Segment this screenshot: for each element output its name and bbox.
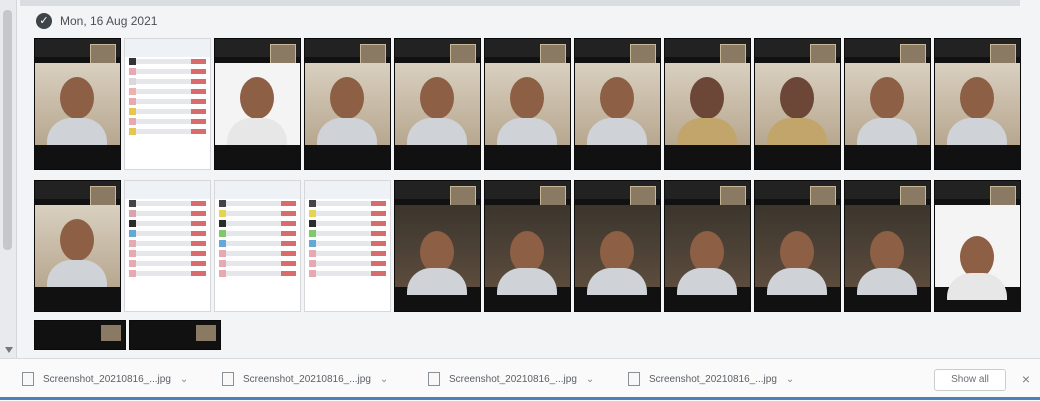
photo-thumbnail[interactable] <box>844 38 931 170</box>
photo-thumbnail[interactable] <box>394 38 481 170</box>
download-bar: Screenshot_20210816_...jpg ⌄ Screenshot_… <box>0 358 1040 401</box>
photo-thumbnail[interactable] <box>754 38 841 170</box>
photo-thumbnail-small[interactable] <box>34 320 126 350</box>
photo-thumbnail[interactable] <box>574 180 661 312</box>
photo-thumbnail[interactable] <box>394 180 481 312</box>
check-circle-icon[interactable]: ✓ <box>36 13 52 29</box>
download-filename: Screenshot_20210816_...jpg <box>43 373 171 385</box>
image-file-icon <box>22 372 34 386</box>
photo-thumbnail[interactable] <box>934 38 1021 170</box>
download-item[interactable]: Screenshot_20210816_...jpg ⌄ <box>628 369 794 389</box>
photo-thumbnail[interactable] <box>664 38 751 170</box>
image-file-icon <box>628 372 640 386</box>
download-item[interactable]: Screenshot_20210816_...jpg ⌄ <box>428 369 594 389</box>
photo-thumbnail[interactable] <box>574 38 661 170</box>
chevron-down-icon[interactable]: ⌄ <box>380 374 388 385</box>
photo-thumbnail-small[interactable] <box>129 320 221 350</box>
show-all-button[interactable]: Show all <box>934 369 1006 391</box>
participant-list-thumbnail[interactable] <box>124 180 211 312</box>
photo-thumbnail[interactable] <box>844 180 931 312</box>
download-item[interactable]: Screenshot_20210816_...jpg ⌄ <box>22 369 188 389</box>
vertical-scrollbar[interactable] <box>0 0 17 360</box>
photo-thumbnail[interactable] <box>664 180 751 312</box>
participant-list-thumbnail[interactable] <box>214 180 301 312</box>
participant-list-thumbnail[interactable] <box>124 38 211 170</box>
photo-gallery-screen: ✓ Mon, 16 Aug 2021 Screenshot_20210816_.… <box>0 0 1040 401</box>
chevron-down-icon[interactable]: ⌄ <box>180 374 188 385</box>
image-row-1 <box>34 38 1021 170</box>
gallery-date: Mon, 16 Aug 2021 <box>60 14 158 28</box>
top-toolbar-strip <box>20 0 1020 6</box>
image-row-2 <box>34 180 1021 312</box>
chevron-down-icon[interactable]: ⌄ <box>786 374 794 385</box>
photo-thumbnail[interactable] <box>484 180 571 312</box>
photo-thumbnail[interactable] <box>484 38 571 170</box>
photo-thumbnail[interactable] <box>214 38 301 170</box>
scroll-down-arrow-icon[interactable] <box>5 347 13 353</box>
photo-thumbnail[interactable] <box>304 38 391 170</box>
date-header: ✓ Mon, 16 Aug 2021 <box>36 10 157 32</box>
close-icon[interactable]: × <box>1022 371 1030 387</box>
image-file-icon <box>222 372 234 386</box>
download-filename: Screenshot_20210816_...jpg <box>649 373 777 385</box>
chevron-down-icon[interactable]: ⌄ <box>586 374 594 385</box>
download-filename: Screenshot_20210816_...jpg <box>243 373 371 385</box>
download-item[interactable]: Screenshot_20210816_...jpg ⌄ <box>222 369 388 389</box>
download-filename: Screenshot_20210816_...jpg <box>449 373 577 385</box>
image-file-icon <box>428 372 440 386</box>
participant-list-thumbnail[interactable] <box>304 180 391 312</box>
image-row-3 <box>34 320 221 350</box>
photo-thumbnail[interactable] <box>934 180 1021 312</box>
photo-thumbnail[interactable] <box>34 180 121 312</box>
photo-thumbnail[interactable] <box>34 38 121 170</box>
scrollbar-thumb[interactable] <box>3 10 12 250</box>
photo-thumbnail[interactable] <box>754 180 841 312</box>
